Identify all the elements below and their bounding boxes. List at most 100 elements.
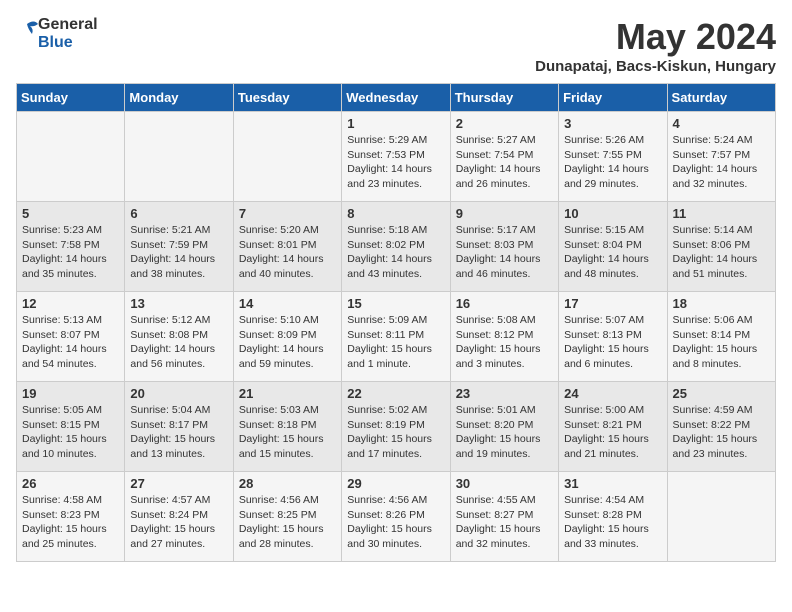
day-number: 29 — [347, 476, 444, 491]
calendar-cell — [233, 112, 341, 202]
calendar-cell — [667, 472, 775, 562]
day-number: 26 — [22, 476, 119, 491]
calendar-cell: 17 Sunrise: 5:07 AM Sunset: 8:13 PM Dayli… — [559, 292, 667, 382]
day-number: 16 — [456, 296, 553, 311]
day-info: Sunrise: 5:18 AM Sunset: 8:02 PM Dayligh… — [347, 223, 444, 282]
calendar-cell: 24Sunrise: 5:00 AM Sunset: 8:21 PM Dayli… — [559, 382, 667, 472]
logo-general-text: General — [38, 16, 98, 34]
logo-bird-icon — [16, 19, 38, 49]
day-number: 21 — [239, 386, 336, 401]
calendar-cell: 5Sunrise: 5:23 AM Sunset: 7:58 PM Daylig… — [17, 202, 125, 292]
day-number: 20 — [130, 386, 227, 401]
day-info: Sunrise: 5:13 AM Sunset: 8:07 PM Dayligh… — [22, 313, 119, 372]
week-row-4: 19 Sunrise: 5:05 AM Sunset: 8:15 PM Dayli… — [17, 382, 776, 472]
header-row: SundayMondayTuesdayWednesdayThursdayFrid… — [17, 84, 776, 112]
week-row-3: 12 Sunrise: 5:13 AM Sunset: 8:07 PM Dayli… — [17, 292, 776, 382]
day-info: Sunrise: 5:27 AM Sunset: 7:54 PM Dayligh… — [456, 133, 553, 192]
day-number: 2 — [456, 116, 553, 131]
day-info: Sunrise: 5:24 AM Sunset: 7:57 PM Dayligh… — [673, 133, 770, 192]
day-number: 11 — [673, 206, 770, 221]
day-info: Sunrise: 5:12 AM Sunset: 8:08 PM Dayligh… — [130, 313, 227, 372]
logo-blue-text: Blue — [38, 34, 98, 52]
day-info: Sunrise: 5:04 AM Sunset: 8:17 PM Dayligh… — [130, 403, 227, 462]
day-info: Sunrise: 5:15 AM Sunset: 8:04 PM Dayligh… — [564, 223, 661, 282]
calendar-cell: 12 Sunrise: 5:13 AM Sunset: 8:07 PM Dayli… — [17, 292, 125, 382]
day-number: 12 — [22, 296, 119, 311]
calendar-cell: 26 Sunrise: 4:58 AM Sunset: 8:23 PM Dayli… — [17, 472, 125, 562]
header-wednesday: Wednesday — [342, 84, 450, 112]
day-info: Sunrise: 5:07 AM Sunset: 8:13 PM Dayligh… — [564, 313, 661, 372]
calendar-cell: 1Sunrise: 5:29 AM Sunset: 7:53 PM Daylig… — [342, 112, 450, 202]
day-info: Sunrise: 4:59 AM Sunset: 8:22 PM Dayligh… — [673, 403, 770, 462]
day-number: 10 — [564, 206, 661, 221]
day-info: Sunrise: 5:08 AM Sunset: 8:12 PM Dayligh… — [456, 313, 553, 372]
calendar-cell: 21 Sunrise: 5:03 AM Sunset: 8:18 PM Dayli… — [233, 382, 341, 472]
calendar-cell: 22 Sunrise: 5:02 AM Sunset: 8:19 PM Dayli… — [342, 382, 450, 472]
week-row-2: 5Sunrise: 5:23 AM Sunset: 7:58 PM Daylig… — [17, 202, 776, 292]
header-tuesday: Tuesday — [233, 84, 341, 112]
day-number: 15 — [347, 296, 444, 311]
day-info: Sunrise: 5:01 AM Sunset: 8:20 PM Dayligh… — [456, 403, 553, 462]
calendar-cell: 11 Sunrise: 5:14 AM Sunset: 8:06 PM Dayli… — [667, 202, 775, 292]
calendar-cell: 20 Sunrise: 5:04 AM Sunset: 8:17 PM Dayli… — [125, 382, 233, 472]
day-number: 13 — [130, 296, 227, 311]
calendar-cell: 6Sunrise: 5:21 AM Sunset: 7:59 PM Daylig… — [125, 202, 233, 292]
day-info: Sunrise: 4:55 AM Sunset: 8:27 PM Dayligh… — [456, 493, 553, 552]
logo: General Blue — [16, 16, 98, 51]
day-number: 9 — [456, 206, 553, 221]
day-number: 25 — [673, 386, 770, 401]
day-info: Sunrise: 5:00 AM Sunset: 8:21 PM Dayligh… — [564, 403, 661, 462]
day-number: 6 — [130, 206, 227, 221]
calendar-cell: 9 Sunrise: 5:17 AM Sunset: 8:03 PM Daylig… — [450, 202, 558, 292]
day-info: Sunrise: 5:05 AM Sunset: 8:15 PM Dayligh… — [22, 403, 119, 462]
day-info: Sunrise: 5:29 AM Sunset: 7:53 PM Dayligh… — [347, 133, 444, 192]
day-number: 8 — [347, 206, 444, 221]
calendar-cell: 4 Sunrise: 5:24 AM Sunset: 7:57 PM Daylig… — [667, 112, 775, 202]
calendar-cell: 31 Sunrise: 4:54 AM Sunset: 8:28 PM Dayli… — [559, 472, 667, 562]
day-number: 5 — [22, 206, 119, 221]
day-number: 19 — [22, 386, 119, 401]
day-info: Sunrise: 5:09 AM Sunset: 8:11 PM Dayligh… — [347, 313, 444, 372]
calendar-cell: 28 Sunrise: 4:56 AM Sunset: 8:25 PM Dayli… — [233, 472, 341, 562]
day-number: 7 — [239, 206, 336, 221]
header-friday: Friday — [559, 84, 667, 112]
day-number: 4 — [673, 116, 770, 131]
day-info: Sunrise: 5:10 AM Sunset: 8:09 PM Dayligh… — [239, 313, 336, 372]
location-subtitle: Dunapataj, Bacs-Kiskun, Hungary — [535, 58, 776, 75]
calendar-cell: 14 Sunrise: 5:10 AM Sunset: 8:09 PM Dayli… — [233, 292, 341, 382]
day-info: Sunrise: 5:06 AM Sunset: 8:14 PM Dayligh… — [673, 313, 770, 372]
day-number: 31 — [564, 476, 661, 491]
day-info: Sunrise: 4:57 AM Sunset: 8:24 PM Dayligh… — [130, 493, 227, 552]
day-number: 14 — [239, 296, 336, 311]
day-number: 3 — [564, 116, 661, 131]
day-info: Sunrise: 5:02 AM Sunset: 8:19 PM Dayligh… — [347, 403, 444, 462]
calendar-cell: 2 Sunrise: 5:27 AM Sunset: 7:54 PM Daylig… — [450, 112, 558, 202]
day-info: Sunrise: 4:54 AM Sunset: 8:28 PM Dayligh… — [564, 493, 661, 552]
calendar-cell: 27 Sunrise: 4:57 AM Sunset: 8:24 PM Dayli… — [125, 472, 233, 562]
day-number: 22 — [347, 386, 444, 401]
calendar-cell: 23 Sunrise: 5:01 AM Sunset: 8:20 PM Dayli… — [450, 382, 558, 472]
day-info: Sunrise: 5:03 AM Sunset: 8:18 PM Dayligh… — [239, 403, 336, 462]
day-info: Sunrise: 4:58 AM Sunset: 8:23 PM Dayligh… — [22, 493, 119, 552]
header-thursday: Thursday — [450, 84, 558, 112]
day-number: 27 — [130, 476, 227, 491]
day-number: 23 — [456, 386, 553, 401]
day-info: Sunrise: 5:17 AM Sunset: 8:03 PM Dayligh… — [456, 223, 553, 282]
title-section: May 2024 Dunapataj, Bacs-Kiskun, Hungary — [535, 16, 776, 75]
calendar-cell: 30Sunrise: 4:55 AM Sunset: 8:27 PM Dayli… — [450, 472, 558, 562]
header-saturday: Saturday — [667, 84, 775, 112]
calendar-cell: 10 Sunrise: 5:15 AM Sunset: 8:04 PM Dayli… — [559, 202, 667, 292]
header-monday: Monday — [125, 84, 233, 112]
calendar-cell: 8 Sunrise: 5:18 AM Sunset: 8:02 PM Daylig… — [342, 202, 450, 292]
day-info: Sunrise: 4:56 AM Sunset: 8:25 PM Dayligh… — [239, 493, 336, 552]
day-info: Sunrise: 5:14 AM Sunset: 8:06 PM Dayligh… — [673, 223, 770, 282]
day-number: 17 — [564, 296, 661, 311]
day-number: 28 — [239, 476, 336, 491]
calendar-cell: 29 Sunrise: 4:56 AM Sunset: 8:26 PM Dayli… — [342, 472, 450, 562]
calendar-cell: 3Sunrise: 5:26 AM Sunset: 7:55 PM Daylig… — [559, 112, 667, 202]
day-number: 18 — [673, 296, 770, 311]
calendar-cell: 16 Sunrise: 5:08 AM Sunset: 8:12 PM Dayli… — [450, 292, 558, 382]
calendar-cell: 15 Sunrise: 5:09 AM Sunset: 8:11 PM Dayli… — [342, 292, 450, 382]
calendar-cell: 7Sunrise: 5:20 AM Sunset: 8:01 PM Daylig… — [233, 202, 341, 292]
day-info: Sunrise: 4:56 AM Sunset: 8:26 PM Dayligh… — [347, 493, 444, 552]
